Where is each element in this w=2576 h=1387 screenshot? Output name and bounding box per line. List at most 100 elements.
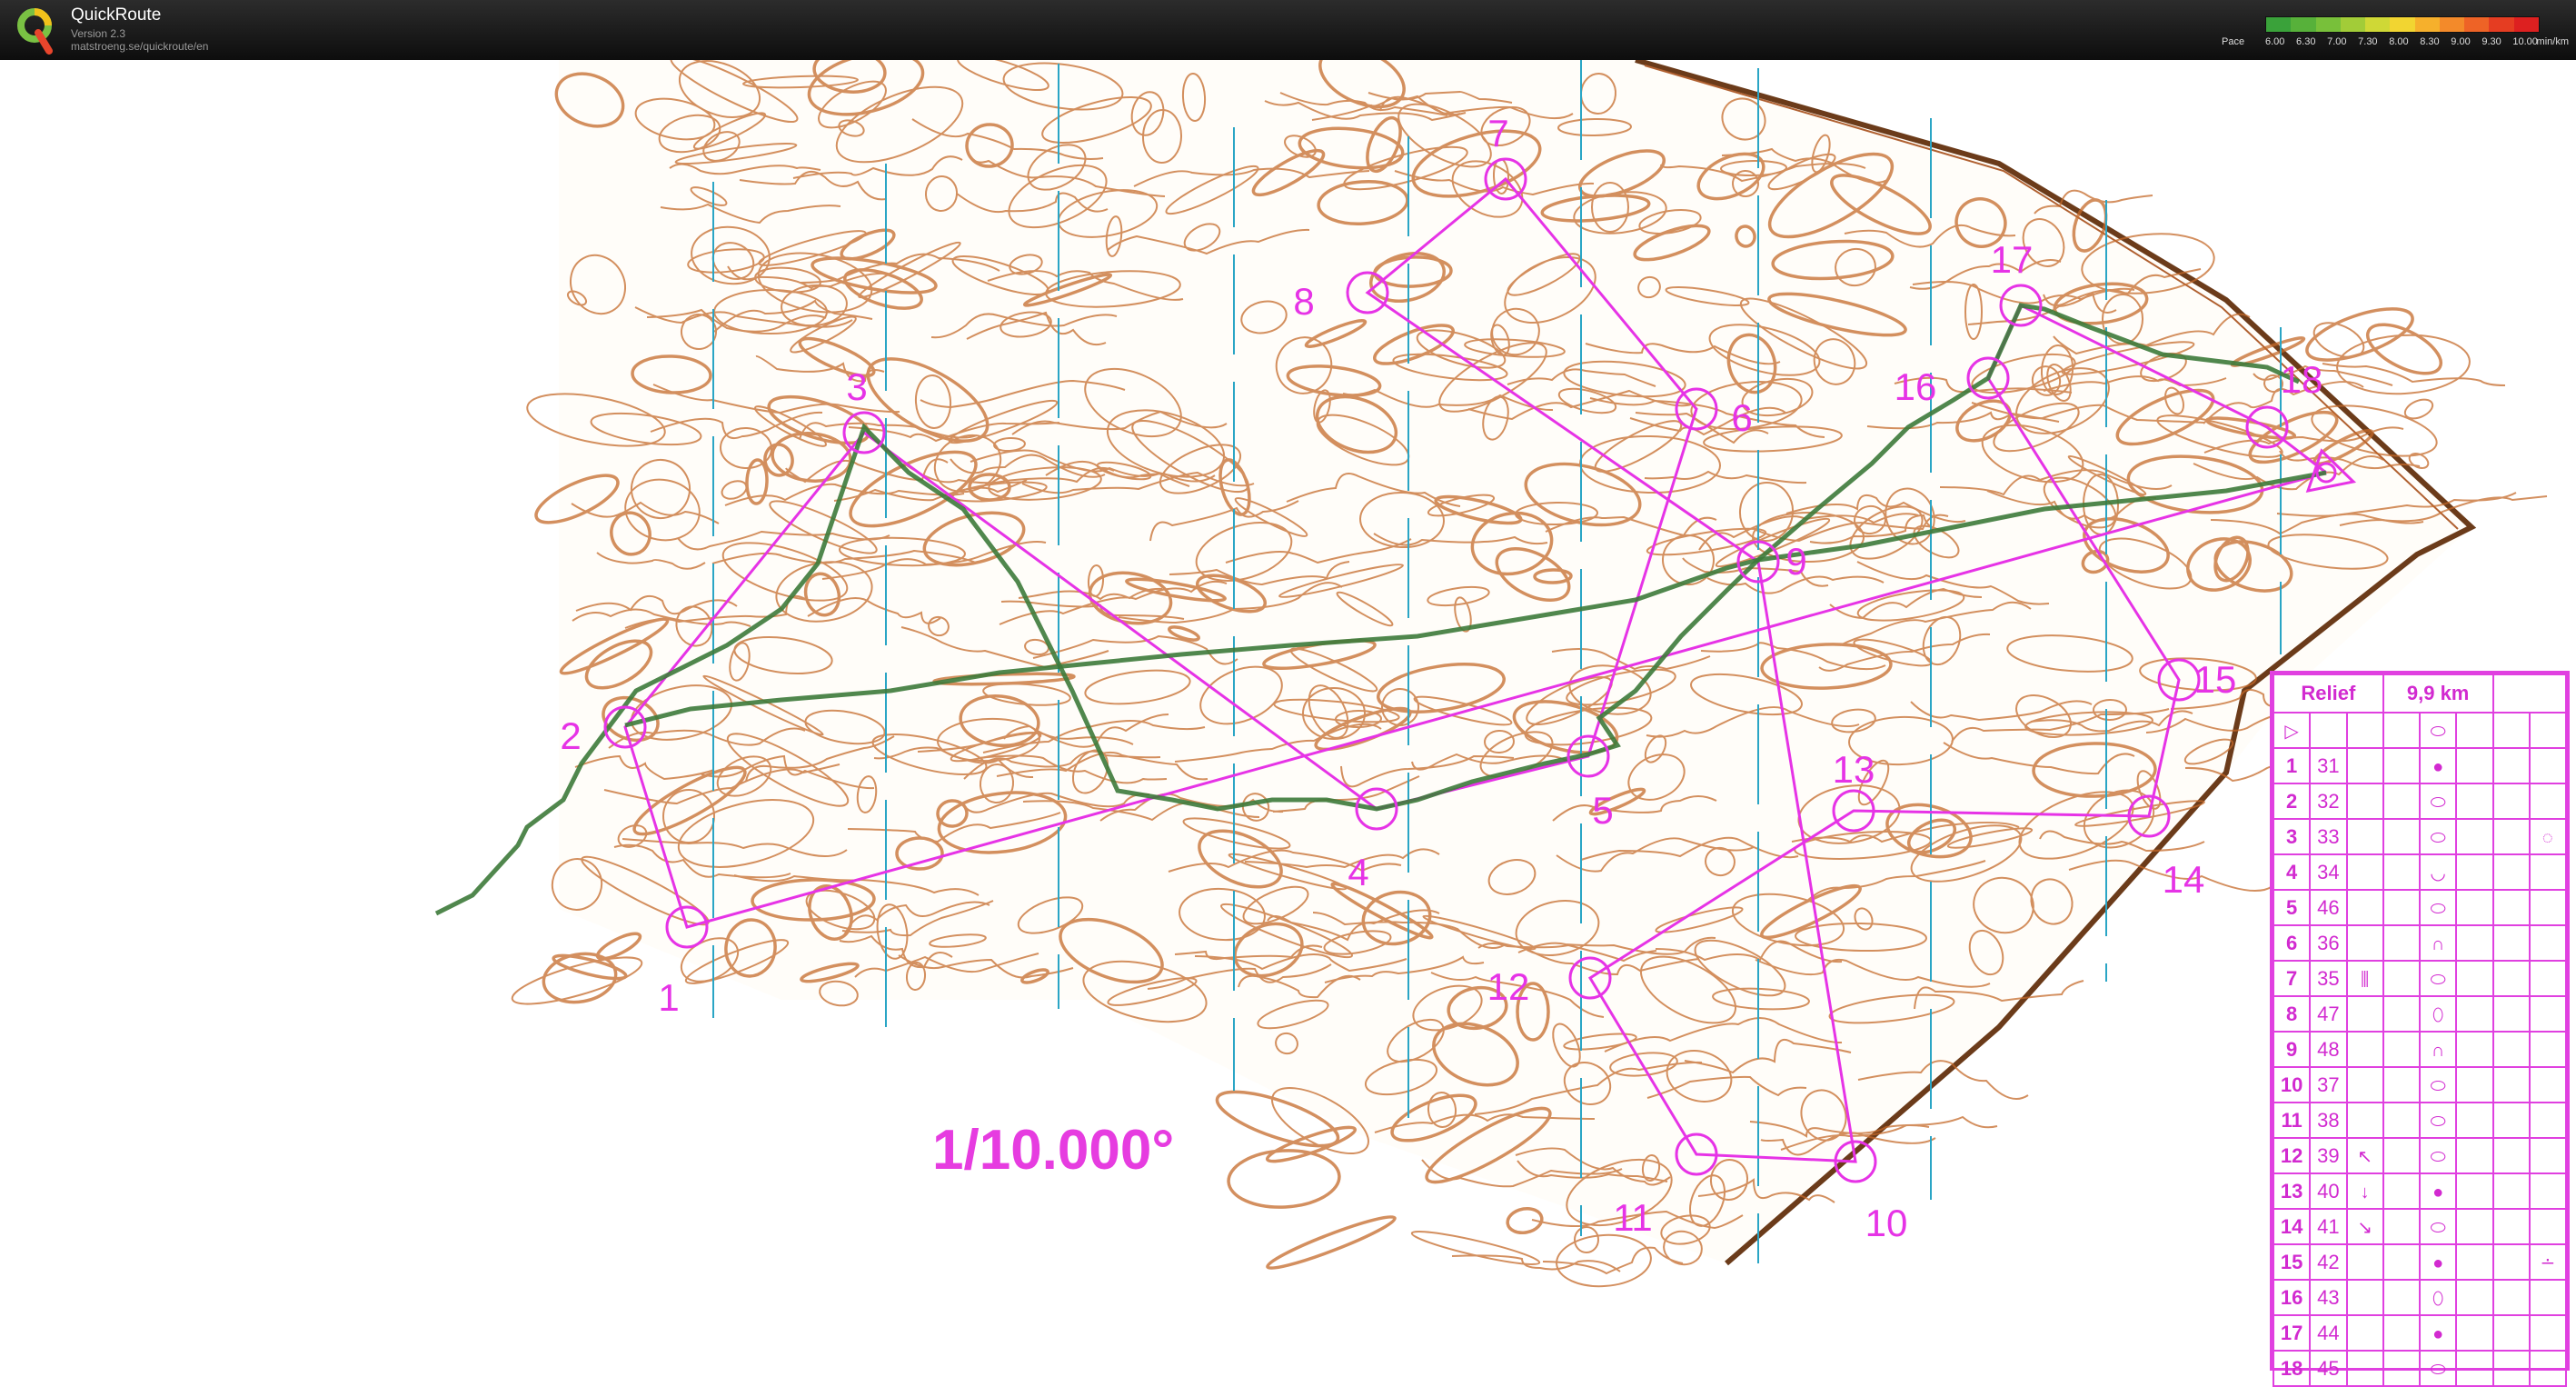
desc-row: 1 31 ● [2272,747,2568,784]
control-number-7: 7 [1487,112,1508,155]
location-symbol-icon: ◌ [2541,827,2553,848]
desc-col-c [2345,1350,2384,1387]
desc-col-f [2455,747,2494,784]
desc-row: 2 32 ⬭ [2272,783,2568,820]
desc-header-length: 9,9 km [2382,674,2494,713]
desc-col-f [2455,1208,2494,1245]
pace-tick: 6.00 [2265,36,2285,47]
pace-color-swatch [2439,17,2465,32]
pace-color-swatch [2340,17,2366,32]
desc-col-g [2491,1172,2531,1210]
desc-col-d [2382,1314,2422,1352]
control-description-sheet: Relief 9,9 km ▷ ⬭ 1 31 ● 2 32 ⬭ 3 33 ⬭ ◌ 4 34 ◡ 5 46 ⬭ 6… [2270,671,2570,1387]
desc-col-f [2455,783,2494,820]
desc-col-g [2491,889,2531,926]
desc-col-g [2491,783,2531,820]
desc-col-f [2455,1137,2494,1174]
desc-col-feature: ⬭ [2418,818,2458,855]
desc-control-number: 15 [2272,1243,2312,1281]
pace-color-swatch [2464,17,2490,32]
pace-tick: 8.00 [2389,36,2409,47]
desc-control-number: 7 [2272,960,2312,997]
desc-row: 17 44 ● [2272,1314,2568,1352]
control-number-1: 1 [658,976,679,1019]
pace-tick: 6.30 [2296,36,2316,47]
desc-col-h [2528,960,2568,997]
desc-col-f [2455,960,2494,997]
desc-col-f [2455,1066,2494,1103]
pace-color-swatch [2414,17,2440,32]
desc-col-feature: ◡ [2418,853,2458,891]
desc-row: 5 46 ⬭ [2272,889,2568,926]
pace-tick: 8.30 [2420,36,2440,47]
feature-symbol-icon: ● [2432,1323,2444,1344]
desc-col-d [2382,1172,2422,1210]
desc-col-f [2455,995,2494,1033]
desc-col-g [2491,818,2531,855]
desc-col-c [2345,818,2384,855]
desc-col-g [2491,853,2531,891]
desc-control-code: 42 [2309,1243,2348,1281]
desc-control-number: 8 [2272,995,2312,1033]
desc-col-h [2528,1031,2568,1068]
desc-col-d [2382,960,2422,997]
feature-symbol-icon: ∩ [2431,1040,2445,1061]
desc-col-c [2345,747,2384,784]
desc-col-g [2491,1137,2531,1174]
desc-col-h [2528,924,2568,962]
desc-col-f [2455,1102,2494,1139]
desc-col-d [2382,1066,2422,1103]
desc-col-feature: ⬭ [2418,1137,2458,1174]
control-number-12: 12 [1487,965,1530,1008]
desc-col-h [2528,783,2568,820]
start-triangle-icon: ▷ [2284,721,2299,742]
pace-label: Pace [2222,36,2245,47]
desc-col-c [2345,783,2384,820]
desc-control-number: 13 [2272,1172,2312,1210]
desc-control-code: 44 [2309,1314,2348,1352]
desc-col-f [2455,924,2494,962]
desc-control-code: 41 [2309,1208,2348,1245]
desc-row: 10 37 ⬭ [2272,1066,2568,1103]
app-url[interactable]: matstroeng.se/quickroute/en [71,40,208,53]
orienteering-map[interactable]: 123456789101112131415161718 [0,60,2576,1375]
desc-col-d [2382,783,2422,820]
desc-col-f [2455,1031,2494,1068]
desc-row: 15 42 ● ∸ [2272,1243,2568,1281]
desc-col-c: ↖ [2345,1137,2384,1174]
desc-col-d [2382,1137,2422,1174]
control-number-5: 5 [1592,789,1613,832]
desc-control-code: 38 [2309,1102,2348,1139]
desc-control-code: 39 [2309,1137,2348,1174]
desc-col-h [2528,889,2568,926]
feature-symbol-icon: ∩ [2431,933,2445,954]
desc-col-h [2528,1314,2568,1352]
desc-start-row: ▷ ⬭ [2272,712,2568,749]
pace-tick: 10.00 [2512,36,2538,47]
desc-col-g [2491,1208,2531,1245]
desc-col-g [2491,1031,2531,1068]
desc-col-c [2345,1102,2384,1139]
desc-control-code: 45 [2309,1350,2348,1387]
app-titlebar: QuickRoute Version 2.3 matstroeng.se/qui… [0,0,2576,60]
desc-col-f [2455,1279,2494,1316]
desc-col-d [2382,853,2422,891]
desc-col-c [2345,924,2384,962]
desc-col-c [2345,1314,2384,1352]
desc-col-h: ∸ [2528,1243,2568,1281]
control-number-18: 18 [2281,358,2323,401]
desc-col-g [2491,960,2531,997]
pace-tick: 9.00 [2451,36,2471,47]
desc-col-feature: ● [2418,1243,2458,1281]
pace-tick: 9.30 [2482,36,2501,47]
desc-row: 12 39 ↖ ⬭ [2272,1137,2568,1174]
control-number-11: 11 [1613,1196,1653,1239]
desc-col-h [2528,1137,2568,1174]
desc-col-d [2382,747,2422,784]
desc-col-d [2382,995,2422,1033]
desc-col-h [2528,1279,2568,1316]
desc-control-code: 40 [2309,1172,2348,1210]
feature-symbol-icon: ⬭ [2430,1111,2446,1132]
desc-col-d [2382,1243,2422,1281]
pace-tick: 7.30 [2358,36,2378,47]
